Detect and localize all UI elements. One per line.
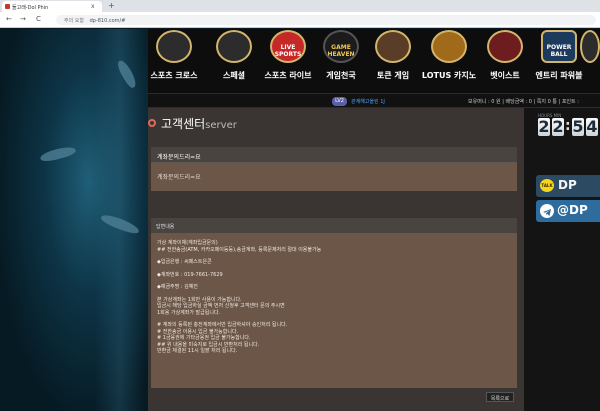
customer-center-panel: 고객센터server 계좌문의드리=요 계좌문의드리=요 답변내용 가상 계좌이…	[148, 108, 524, 411]
ocean-background	[0, 29, 148, 411]
nav-item-bet-east[interactable]: 벳이스트	[474, 29, 534, 93]
clock-digit: 2	[538, 117, 550, 136]
address-bar[interactable]: 주의 요함 dp-810.com/#	[56, 15, 596, 25]
forward-icon[interactable]: →	[20, 15, 26, 23]
nav-item-sports-cross[interactable]: 스포츠 크로스	[143, 29, 203, 93]
kakao-talk-icon: TALK	[540, 179, 554, 192]
new-tab-button[interactable]: +	[108, 1, 115, 10]
answer-line: 반환금 체결된 11시 일괄 처리 됩니다.	[157, 348, 238, 354]
nav-label: 스페셜	[222, 71, 246, 80]
nav-label: LOTUS 카지노	[421, 71, 477, 80]
security-warning[interactable]: 주의 요함	[64, 18, 84, 24]
nav-item-sports-live[interactable]: LIVE SPORTS 스포츠 라이브	[257, 29, 317, 93]
close-icon[interactable]: x	[91, 3, 95, 10]
game-heaven-icon: GAME HEAVEN	[323, 30, 359, 63]
nav-label: 벳이스트	[490, 71, 520, 80]
nav-item-lotus-casino[interactable]: LOTUS 카지노	[418, 29, 478, 93]
level-badge: LV2	[332, 97, 347, 106]
page-title: 고객센터server	[148, 115, 237, 132]
telegram-label: @DP	[557, 203, 588, 217]
circle-bullet-icon	[148, 119, 156, 127]
browser-tab[interactable]: 돌고래-Dol Phin x	[2, 1, 102, 12]
list-button[interactable]: 목록으로	[486, 392, 514, 402]
kakao-talk-label: DP	[558, 178, 577, 192]
right-sidebar: HOURS MIN 2 2 : 5 4 TALK DP @DP	[524, 108, 600, 411]
answer-line: ◆예금주명 : 김혜진	[157, 284, 198, 290]
browser-toolbar: ← → C 주의 요함 dp-810.com/#	[0, 12, 600, 28]
user-stats[interactable]: 보유머니 : 0 원 | 배당금액 : 0 | 쪽지 0 통 | 포인트 :	[468, 98, 579, 105]
url-text[interactable]: dp-810.com/#	[90, 18, 126, 24]
nav-item-token-game[interactable]: 토큰 게임	[362, 29, 422, 93]
question-title: 계좌문의드리=요	[151, 147, 517, 163]
nav-item-more[interactable]	[580, 29, 600, 93]
browser-tab-bar: 돌고래-Dol Phin x +	[0, 0, 600, 12]
powerball-icon: POWER BALL	[541, 30, 577, 63]
clock-digit: 4	[586, 117, 598, 136]
tab-title: 돌고래-Dol Phin	[12, 5, 49, 11]
token-game-icon	[375, 30, 411, 63]
reload-icon[interactable]: C	[36, 15, 41, 23]
game-nav-bar: 스포츠 크로스 스페셜 LIVE SPORTS 스포츠 라이브 GAME HEA…	[148, 29, 600, 93]
question-body: 계좌문의드리=요	[151, 163, 517, 191]
answer-line: ◆계좌번호 : 019-7661-7629	[157, 271, 223, 278]
clock-digit: 2	[552, 117, 564, 136]
lotus-casino-icon	[431, 30, 467, 63]
user-name[interactable]: 관계해고올린 1J	[351, 98, 385, 105]
nav-item-game-heaven[interactable]: GAME HEAVEN 게임천국	[310, 29, 370, 93]
dolphin-icon	[39, 144, 77, 164]
clock-digit: 5	[572, 117, 584, 136]
nav-item-entry-powerball[interactable]: POWER BALL 엔트리 파워볼	[528, 29, 588, 93]
baseball-icon	[216, 30, 252, 63]
answer-line: 1회용 가상계좌가 발급됩니다.	[157, 309, 221, 316]
sports-balls-icon	[156, 30, 192, 63]
telegram-banner[interactable]: @DP	[536, 200, 600, 222]
answer-body: 가상 계좌이체(계좌입금문의) ## 전한송금(ATM, 카카오페이등등),송금…	[151, 233, 517, 388]
kakao-talk-banner[interactable]: TALK DP	[536, 175, 600, 197]
answer-line: ## 전한송금(ATM, 카카오페이등등),송금계좌, 등록문제처리 절대 이용…	[157, 246, 322, 253]
telegram-icon	[540, 204, 554, 218]
answer-line: ◆입금은행 : 씨페스트은콘	[157, 259, 212, 265]
page-title-sub: server	[205, 120, 237, 131]
user-info-bar: LV2 관계해고올린 1J 보유머니 : 0 원 | 배당금액 : 0 | 쪽지…	[148, 93, 600, 108]
back-icon[interactable]: ←	[6, 15, 12, 23]
more-icon	[580, 30, 600, 63]
answer-heading: 답변내용	[151, 218, 517, 233]
nav-label: 스포츠 크로스	[150, 71, 198, 80]
live-sports-icon: LIVE SPORTS	[270, 30, 306, 63]
nav-item-special[interactable]: 스페셜	[203, 29, 263, 93]
page-viewport: 스포츠 크로스 스페셜 LIVE SPORTS 스포츠 라이브 GAME HEA…	[0, 29, 600, 411]
nav-label: 토큰 게임	[376, 71, 410, 80]
bet-east-icon	[487, 30, 523, 63]
clock-colon: :	[565, 118, 571, 134]
favicon-icon	[5, 4, 10, 9]
